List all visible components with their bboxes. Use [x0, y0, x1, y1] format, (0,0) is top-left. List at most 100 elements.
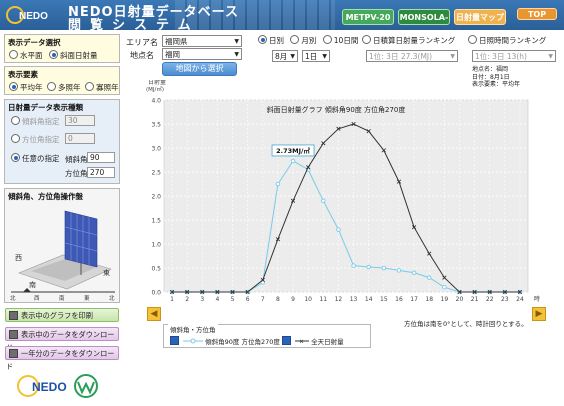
- radio-icon[interactable]: [258, 35, 267, 44]
- radio-icon[interactable]: [290, 35, 300, 44]
- radio-sunny-year[interactable]: 多照年: [47, 82, 81, 92]
- day-value: 1日: [305, 52, 318, 61]
- x-tick-label: 5: [231, 296, 235, 303]
- x-tick-label: 16: [395, 296, 403, 303]
- custom-az-input[interactable]: 270: [87, 167, 115, 178]
- point-select[interactable]: 福岡 ▼: [162, 48, 242, 60]
- prev-day-button[interactable]: ◀: [147, 307, 161, 321]
- east-label: 東: [103, 268, 110, 277]
- annotation-label: 2.73MJ/㎡: [276, 146, 310, 155]
- tab-top[interactable]: TOP: [517, 8, 557, 20]
- y-tick-label: 0.0: [151, 290, 161, 297]
- data-point: [275, 181, 281, 187]
- download-year-button[interactable]: 一年分のデータをダウンロード: [5, 346, 119, 371]
- azimuth-input[interactable]: 0: [65, 133, 95, 144]
- radio-tilt[interactable]: 傾斜角指定: [11, 116, 60, 127]
- y-axis-unit: (MJ/㎡): [146, 85, 164, 93]
- x-tick-label: 12: [335, 296, 343, 303]
- radio-icon[interactable]: [11, 116, 20, 125]
- radio-label: 寡照年: [96, 83, 119, 92]
- radio-label: 月別: [301, 36, 317, 45]
- x-tick-label: 2: [185, 296, 189, 303]
- radio-icon[interactable]: [362, 35, 371, 44]
- radio-icon[interactable]: [47, 82, 57, 91]
- chevron-left-icon: ◀: [150, 309, 158, 319]
- download-current-button[interactable]: 表示中のデータをダウンロード: [5, 327, 119, 352]
- day-select[interactable]: 1日 ▼: [302, 50, 330, 62]
- tilt-input[interactable]: 30: [65, 115, 95, 126]
- radio-icon[interactable]: [11, 153, 20, 162]
- select-from-map-button[interactable]: 地図から選択: [162, 62, 237, 76]
- x-tick-label: 19: [441, 296, 449, 303]
- radio-icon[interactable]: [322, 35, 332, 44]
- next-day-button[interactable]: ▶: [532, 307, 546, 321]
- ranking-daily-radio[interactable]: 日積算日射量ランキング: [362, 35, 455, 46]
- area-value: 福岡県: [165, 37, 188, 46]
- x-tick-label: 14: [365, 296, 373, 303]
- ranking-sunshine-radio[interactable]: 日照時間ランキング: [468, 35, 546, 46]
- custom-tilt-input[interactable]: 90: [87, 152, 115, 163]
- radio-label: 任意の指定: [22, 154, 60, 163]
- radio-icon[interactable]: [9, 50, 18, 59]
- radio-slope[interactable]: 斜面日射量: [49, 50, 98, 60]
- radio-icon[interactable]: [468, 35, 477, 44]
- custom-az-label: 方位角: [65, 169, 88, 178]
- ranking-daily-select[interactable]: 1位: 3日 27.3(MJ) ▼: [366, 50, 458, 62]
- page-subtitle: 閲覧システム: [68, 18, 200, 33]
- tab-metpv[interactable]: METPV-20: [342, 9, 394, 25]
- data-point: [321, 198, 326, 204]
- radio-daily[interactable]: 日別: [258, 35, 284, 45]
- radio-monthly[interactable]: 月別: [290, 35, 317, 45]
- scale-e: 東: [84, 294, 90, 301]
- month-select[interactable]: 8月 ▼: [272, 50, 298, 62]
- point-value: 福岡: [165, 50, 180, 59]
- panel-orientation-graphic[interactable]: 西 東 南 北 西 南 東 北: [7, 203, 119, 301]
- panel-control-box: 傾斜角、方位角操作盤 西 東 南 北 西 南 東 北: [4, 188, 120, 303]
- radio-icon[interactable]: [49, 50, 59, 59]
- legend-item-slope[interactable]: 傾斜角90度 方位角270度: [170, 336, 280, 346]
- radio-icon[interactable]: [85, 82, 95, 91]
- radio-label: 日積算日射量ランキング: [373, 36, 456, 45]
- scale-s: 南: [59, 294, 65, 301]
- radio-10days[interactable]: 10日間: [322, 35, 358, 45]
- checkbox-checked-icon[interactable]: [170, 336, 179, 345]
- jwa-logo: [74, 374, 98, 398]
- data-point: [442, 284, 447, 290]
- chevron-down-icon: ▼: [290, 53, 295, 60]
- radio-horizontal[interactable]: 水平面: [9, 50, 43, 60]
- slope-type-title: 日射量データ表示種類: [8, 103, 83, 112]
- tab-monsola[interactable]: MONSOLA-20: [398, 9, 450, 38]
- print-graph-button[interactable]: 表示中のグラフを印刷: [5, 308, 119, 322]
- radio-icon[interactable]: [9, 82, 18, 91]
- chevron-right-icon: ▶: [535, 309, 543, 319]
- radio-azimuth[interactable]: 方位角指定: [11, 134, 60, 145]
- x-tick-label: 18: [425, 296, 433, 303]
- radio-custom[interactable]: 任意の指定: [11, 153, 60, 164]
- y-tick-label: 3.0: [151, 146, 161, 153]
- month-value: 8月: [275, 52, 288, 61]
- legend-item-total[interactable]: ✕ 全天日射量: [282, 336, 344, 346]
- radio-average-year[interactable]: 平均年: [9, 82, 43, 92]
- data-point: [426, 275, 432, 280]
- radio-icon[interactable]: [11, 134, 20, 143]
- tab-irradiance-map[interactable]: 日射量マップ: [454, 9, 506, 25]
- y-tick-label: 2.0: [151, 194, 161, 201]
- data-point: [336, 227, 341, 232]
- ranking-daily-value: 1位: 3日 27.3(MJ): [369, 52, 433, 61]
- radio-cloudy-year[interactable]: 寡照年: [85, 82, 119, 92]
- chevron-down-icon: ▼: [450, 53, 455, 60]
- area-select[interactable]: 福岡県 ▼: [162, 35, 242, 47]
- checkbox-checked-icon[interactable]: [282, 336, 291, 345]
- x-tick-label: 17: [410, 296, 418, 303]
- display-element-title: 表示要素: [8, 70, 38, 79]
- radio-label: 日照時間ランキング: [479, 36, 547, 45]
- display-data-title: 表示データ選択: [8, 38, 61, 47]
- radio-label: 多照年: [58, 83, 81, 92]
- legend-line-total: ✕: [295, 339, 310, 346]
- ranking-sunshine-select[interactable]: 1位: 3日 13(h) ▼: [472, 50, 556, 62]
- irradiance-chart: 0.00.51.01.52.02.53.03.54.01 2 3 4 5 6 7 8 9 10 11…: [146, 80, 540, 303]
- y-tick-label: 1.0: [151, 242, 161, 249]
- y-tick-label: 3.5: [151, 122, 161, 129]
- legend-line-slope: [183, 338, 204, 344]
- y-tick-label: 0.5: [151, 266, 161, 273]
